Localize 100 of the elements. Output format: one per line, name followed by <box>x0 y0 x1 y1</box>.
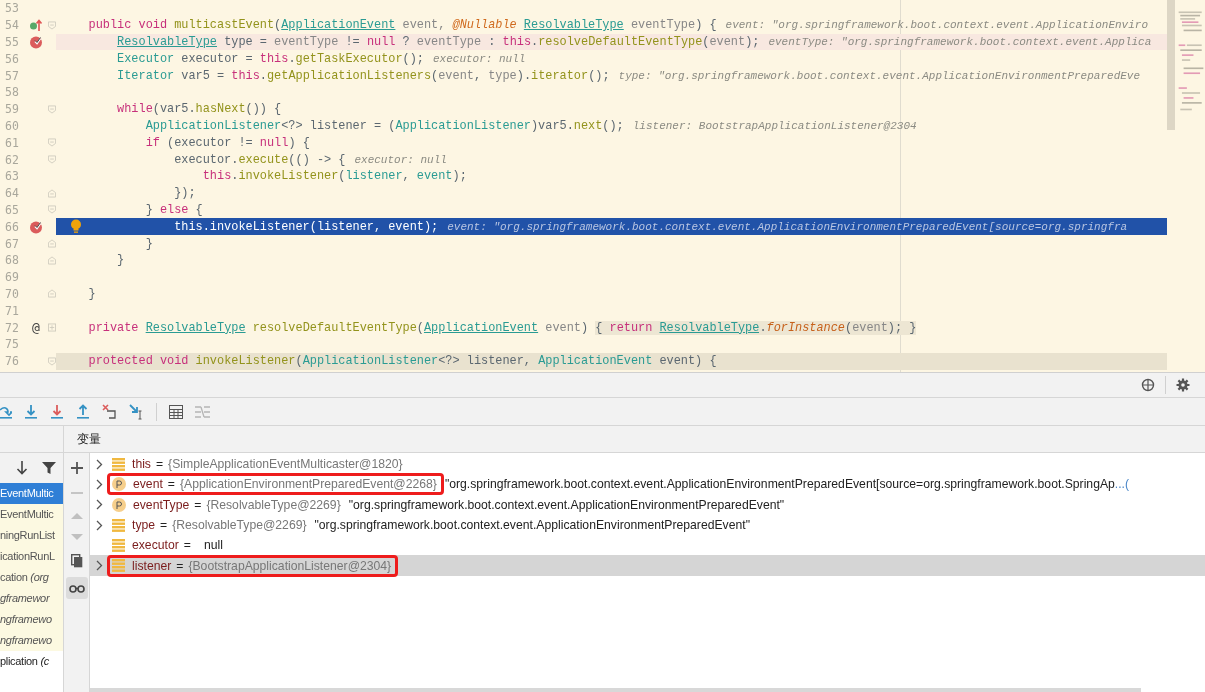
object-reference: {BootstrapApplicationListener@2304} <box>188 558 392 573</box>
inline-value-hint: eventType: "org.springframework.boot.context.event.Applica <box>768 36 1152 48</box>
fold-marker-icon[interactable] <box>48 20 56 30</box>
horizontal-scrollbar[interactable] <box>90 688 1141 692</box>
code-line: this.invokeListener(listener, event); <box>202 169 467 184</box>
line-number: 67 <box>4 236 20 251</box>
line-number: 56 <box>4 51 20 66</box>
code-line: protected void invokeListener(ApplicationListener<?> listener, ApplicationEvent event) { <box>88 354 717 369</box>
fold-marker-icon[interactable] <box>48 239 56 249</box>
equals-sign: = <box>176 558 184 573</box>
inline-value-hint: executor: null <box>433 52 526 65</box>
code-line: this.invokeListener(listener, event); <box>174 219 439 234</box>
crosshair-icon[interactable] <box>1141 378 1155 392</box>
stack-frame[interactable]: cation (org <box>0 567 63 588</box>
object-reference: {SimpleApplicationEventMulticaster@1820} <box>168 457 403 472</box>
move-down-icon[interactable] <box>70 533 83 541</box>
glasses-button[interactable] <box>65 577 88 599</box>
inline-value-hint: event: "org.springframework.boot.context.event.ApplicationEnviro <box>725 19 1148 32</box>
stack-frame[interactable]: plication (c <box>0 651 63 672</box>
field-icon <box>112 457 125 471</box>
down-arrow-icon[interactable] <box>16 461 28 475</box>
line-number: 69 <box>4 270 20 285</box>
parameter-icon <box>112 477 126 492</box>
object-reference: {ResolvableType@2269} <box>206 497 341 512</box>
move-up-icon[interactable] <box>70 512 83 520</box>
variables-tab[interactable]: 变量 <box>77 430 101 448</box>
code-editor[interactable] <box>0 0 1205 372</box>
inline-value-hint: listener: BootstrapApplicationListener@2304 <box>632 119 917 132</box>
line-number: 61 <box>4 135 20 150</box>
code-line: public void multicastEvent(ApplicationEvent event, @Nullable ResolvableType eventType) { <box>88 18 717 33</box>
settings-icon[interactable] <box>1176 378 1190 392</box>
variable-name: type <box>132 518 156 533</box>
fold-marker-icon[interactable] <box>48 104 56 114</box>
line-number: 53 <box>4 1 20 16</box>
implementation-marker[interactable]: @ <box>32 320 40 336</box>
line-number: 64 <box>4 186 20 201</box>
line-number: 54 <box>4 18 20 33</box>
variable-name: listener <box>132 558 172 573</box>
variable-name: executor <box>132 538 179 553</box>
code-line: Iterator var5 = this.getApplicationListeners(event, type).iterator(); <box>117 68 610 83</box>
line-number: 70 <box>4 286 20 301</box>
equals-sign: = <box>160 518 168 533</box>
glasses-icon <box>68 583 85 593</box>
stack-frame[interactable]: ngframewo <box>0 609 63 630</box>
fold-marker-icon[interactable] <box>48 155 56 165</box>
fold-marker-icon[interactable] <box>48 289 56 299</box>
inline-value-hint: event: "org.springframework.boot.context.event.ApplicationEnvironmentPreparedEvent[source=org.springfra <box>447 220 1128 233</box>
stack-frame[interactable]: EventMultic <box>0 504 63 525</box>
stack-frame[interactable]: ningRunList <box>0 525 63 546</box>
code-line: ResolvableType type = eventType != null ? eventType : this.resolveDefaultEventType(event); <box>117 35 760 49</box>
override-up-icon[interactable] <box>29 18 43 33</box>
line-number: 59 <box>4 102 20 117</box>
fold-marker-icon[interactable] <box>48 205 56 215</box>
stack-frame[interactable]: EventMultic <box>0 483 63 504</box>
line-number: 58 <box>4 85 20 100</box>
line-number: 60 <box>4 118 20 133</box>
code-line: }); <box>174 186 196 201</box>
calculator-icon[interactable] <box>169 404 183 419</box>
fold-marker-icon[interactable] <box>48 255 56 265</box>
fold-marker-icon[interactable] <box>48 138 56 148</box>
add-icon[interactable] <box>70 462 83 474</box>
field-icon <box>112 559 125 573</box>
view-link[interactable]: ...( <box>1114 477 1130 492</box>
scrollbar-thumb[interactable] <box>1167 0 1175 130</box>
code-line: } else { <box>145 202 203 217</box>
line-number: 65 <box>4 202 20 217</box>
step-out-icon[interactable] <box>76 403 90 420</box>
fold-marker-icon[interactable] <box>48 356 56 366</box>
copy-icon[interactable] <box>70 554 83 568</box>
line-number: 66 <box>4 219 20 234</box>
lightbulb-icon[interactable] <box>70 219 82 235</box>
code-line: ApplicationListener<?> listener = (ApplicationListener)var5.next(); <box>145 118 624 133</box>
variable-value: "org.springframework.boot.context.event.ApplicationEnvironmentPreparedEvent" <box>314 518 750 533</box>
equals-sign: = <box>155 457 164 472</box>
force-step-into-icon[interactable] <box>50 403 64 420</box>
variable-name: eventType <box>133 497 190 512</box>
fold-marker-icon[interactable] <box>48 188 56 198</box>
breakpoint-icon[interactable] <box>29 35 43 49</box>
equals-sign: = <box>183 538 191 553</box>
line-number: 71 <box>4 303 20 318</box>
line-number: 57 <box>4 68 20 83</box>
filter-icon[interactable] <box>42 461 56 475</box>
equals-sign: = <box>167 477 175 492</box>
line-number: 75 <box>4 337 20 352</box>
drop-frame-icon[interactable] <box>102 404 117 419</box>
code-line: } <box>88 286 96 301</box>
field-icon <box>112 538 125 552</box>
step-into-icon[interactable] <box>24 403 38 420</box>
variable-name: this <box>132 457 151 472</box>
equals-sign: = <box>194 497 202 512</box>
trace-icon[interactable] <box>195 405 210 418</box>
stack-frame[interactable]: icationRunL <box>0 546 63 567</box>
run-to-cursor-icon[interactable] <box>129 403 144 420</box>
variable-name: event <box>133 477 163 492</box>
object-reference: {ResolvableType@2269} <box>172 518 307 533</box>
line-number: 68 <box>4 253 20 268</box>
stack-frame[interactable]: gframewor <box>0 588 63 609</box>
breakpoint-icon[interactable] <box>29 219 43 234</box>
stack-frame[interactable]: ngframewo <box>0 630 63 651</box>
variable-value: "org.springframework.boot.context.event.ApplicationEnvironmentPreparedEvent" <box>348 497 785 512</box>
